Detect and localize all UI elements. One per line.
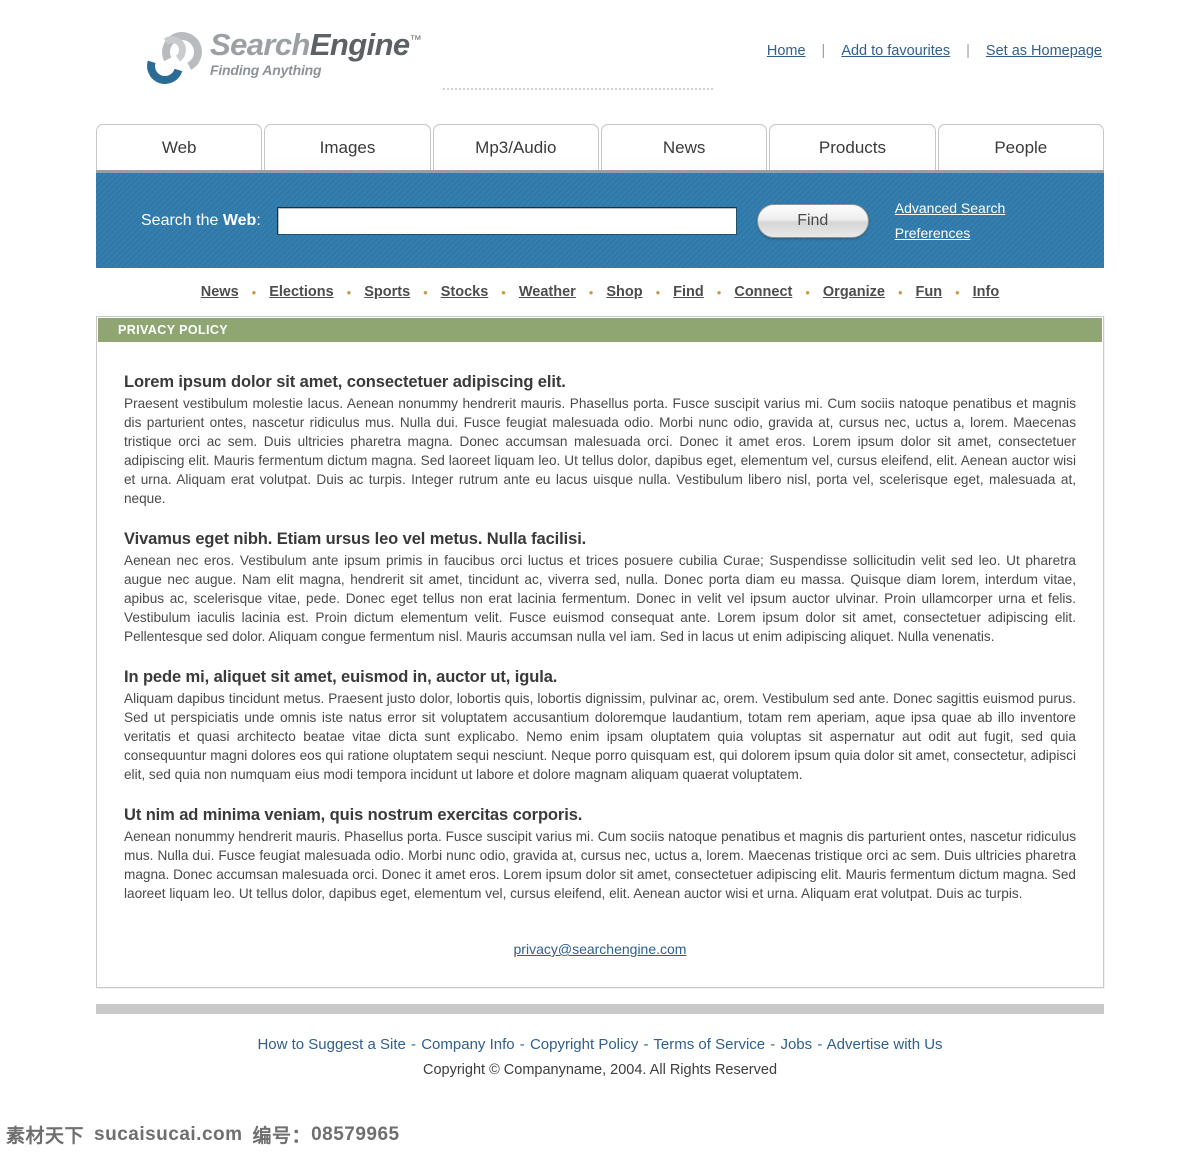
category-separator: • [805,284,810,300]
site-logo[interactable]: SearchEngine™ Finding Anything [140,26,422,91]
footer-separator: - [643,1036,649,1053]
footer-separator: - [411,1036,417,1053]
footer-link-jobs[interactable]: Jobs [780,1036,812,1053]
contact-email-link[interactable]: privacy@searchengine.com [514,941,687,957]
category-separator: • [251,284,257,300]
search-label: Search the Web: [141,212,261,230]
tab-people[interactable]: People [937,124,1104,170]
category-link-stocks[interactable]: Stocks [441,284,489,300]
category-nav: News • Elections • Sports • Stocks • Wea… [96,268,1104,316]
category-link-info[interactable]: Info [973,284,1000,300]
category-link-elections[interactable]: Elections [269,284,333,300]
top-nav-separator: | [821,43,826,59]
page-footer: How to Suggest a Site - Company Info - C… [0,1036,1200,1078]
tab-label: News [662,137,706,157]
tab-label: Web [161,137,197,157]
policy-section: Vivamus eget nibh. Etiam ursus leo vel m… [124,530,1076,646]
logo-tagline: Finding Anything [210,61,322,78]
top-nav-link-home[interactable]: Home [767,43,806,59]
footer-separator: - [519,1036,525,1053]
search-input[interactable] [276,206,737,235]
interlocking-rings-logo-icon [140,26,208,91]
footer-link-advertise-with-us[interactable]: Advertise with Us [827,1036,943,1053]
search-label-scope: Web [222,211,257,229]
panel-title-bar: PRIVACY POLICY [97,317,1103,343]
advanced-search-link[interactable]: Advanced Search [895,200,1006,216]
main-tab-bar: Web Images Mp3/Audio News Products Peopl… [96,108,1104,170]
section-heading: In pede mi, aliquet sit amet, euismod in… [124,668,558,686]
page-title: PRIVACY POLICY [118,323,229,337]
watermark-id-label: 编号： [252,1125,312,1147]
footer-separator: - [817,1036,823,1053]
policy-section: Lorem ipsum dolor sit amet, consectetuer… [124,373,1076,508]
category-separator: • [716,284,722,300]
logo-word-engine: Engine [309,27,410,62]
search-bar: Search the Web: Find Advanced Search Pre… [96,173,1104,268]
search-bar-container: Search the Web: Find Advanced Search Pre… [96,170,1104,268]
category-separator: • [423,284,428,300]
category-link-shop[interactable]: Shop [606,284,642,300]
footer-link-terms-of-service[interactable]: Terms of Service [653,1036,765,1053]
stock-image-watermark: 素材天下 sucaisucai.com 编号： 08579965 [0,1116,1200,1153]
category-link-fun[interactable]: Fun [916,284,943,300]
footer-link-copyright-policy[interactable]: Copyright Policy [530,1036,638,1053]
trademark-symbol: ™ [409,32,422,47]
tab-images[interactable]: Images [264,124,431,170]
panel-content: Lorem ipsum dolor sit amet, consectetuer… [97,343,1103,987]
tab-news[interactable]: News [600,124,768,170]
section-body: Aenean nonummy hendrerit mauris. Phasell… [124,829,1076,901]
tab-label: Products [818,137,887,157]
section-body: Praesent vestibulum molestie lacus. Aene… [124,396,1076,506]
top-nav: Home | Add to favourites | Set as Homepa… [767,43,1102,59]
search-label-suffix: : [256,211,261,229]
category-separator: • [897,284,903,300]
footer-link-how-to-suggest-a-site[interactable]: How to Suggest a Site [257,1036,405,1053]
footer-separator: - [770,1036,776,1053]
tab-label: Mp3/Audio [475,137,557,157]
category-link-weather[interactable]: Weather [519,284,576,300]
footer-links: How to Suggest a Site - Company Info - C… [0,1036,1200,1053]
section-body: Aliquam dapibus tincidunt metus. Praesen… [124,691,1076,782]
top-nav-separator: | [966,43,970,59]
tab-mp3-audio[interactable]: Mp3/Audio [432,124,599,170]
category-separator: • [955,284,960,300]
category-separator: • [346,284,352,300]
tab-label: Images [319,137,376,157]
header-dotted-divider [443,88,713,90]
category-link-news[interactable]: News [201,284,239,300]
category-link-find[interactable]: Find [673,284,704,300]
section-heading: Lorem ipsum dolor sit amet, consectetuer… [124,373,566,391]
search-label-prefix: Search the [141,211,223,229]
watermark-id-value: 08579965 [311,1123,400,1145]
tab-label: People [994,137,1048,157]
category-link-organize[interactable]: Organize [823,284,885,300]
top-nav-link-set-as-homepage[interactable]: Set as Homepage [986,43,1102,59]
find-button[interactable]: Find [756,203,869,238]
policy-section: In pede mi, aliquet sit amet, euismod in… [124,668,1076,784]
contact-email-row: privacy@searchengine.com [124,925,1076,965]
preferences-link[interactable]: Preferences [895,225,1006,241]
footer-divider-bar [96,1004,1104,1014]
section-body: Aenean nec eros. Vestibulum ante ipsum p… [124,553,1076,644]
category-separator: • [588,284,594,300]
section-heading: Vivamus eget nibh. Etiam ursus leo vel m… [124,530,587,548]
category-link-connect[interactable]: Connect [734,284,792,300]
watermark-site-url: sucaisucai.com [94,1123,243,1145]
category-separator: • [655,284,661,300]
search-options-links: Advanced Search Preferences [895,200,1006,241]
top-nav-link-add-to-favourites[interactable]: Add to favourites [841,43,950,59]
category-separator: • [501,284,506,300]
section-heading: Ut nim ad minima veniam, quis nostrum ex… [124,806,583,824]
watermark-site-name-cn: 素材天下 [6,1125,85,1147]
privacy-policy-panel: PRIVACY POLICY Lorem ipsum dolor sit ame… [96,316,1104,988]
tab-products[interactable]: Products [769,124,936,170]
logo-wordmark: SearchEngine™ Finding Anything [210,27,422,78]
page-header: SearchEngine™ Finding Anything Home | Ad… [0,0,1200,108]
copyright-notice: Copyright © Companyname, 2004. All Right… [422,1062,778,1078]
category-link-sports[interactable]: Sports [364,284,410,300]
policy-section: Ut nim ad minima veniam, quis nostrum ex… [124,806,1076,903]
logo-word-search: Search [210,27,310,62]
footer-link-company-info[interactable]: Company Info [421,1036,514,1053]
tab-web[interactable]: Web [96,124,263,170]
